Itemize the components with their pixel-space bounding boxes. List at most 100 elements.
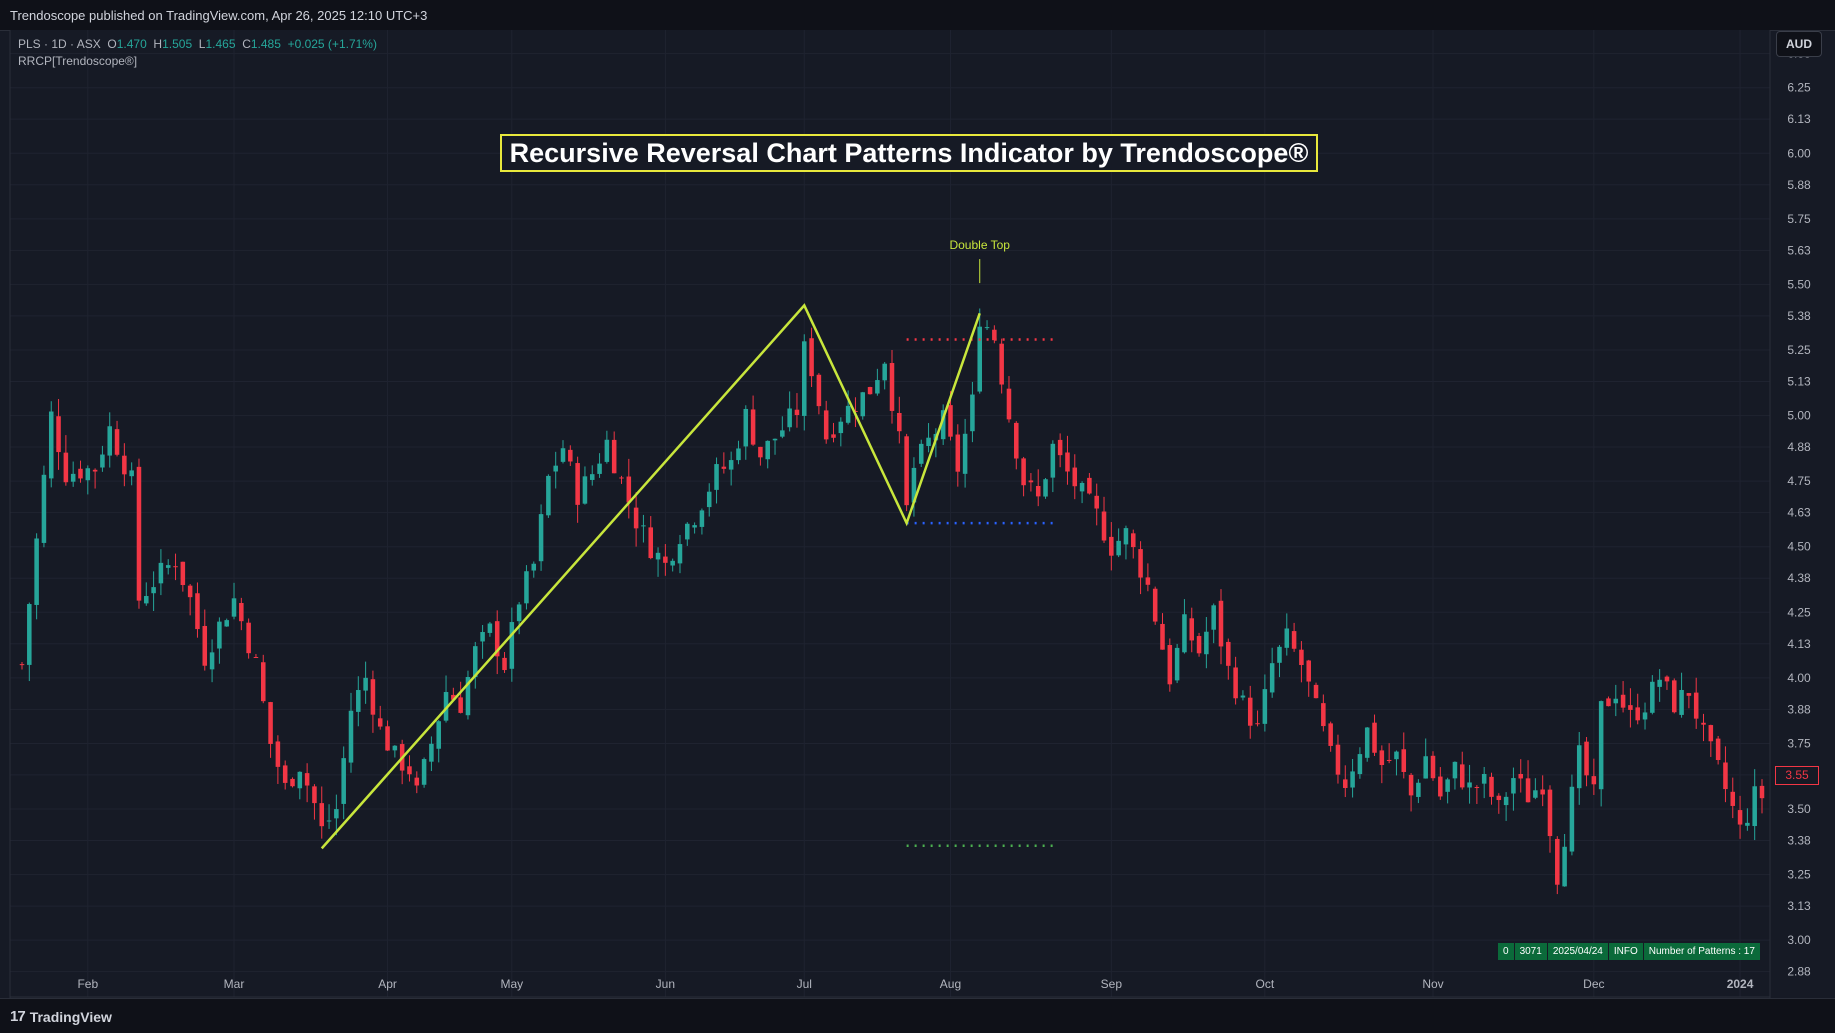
candle-body[interactable]: [1511, 778, 1516, 794]
candle-body[interactable]: [736, 448, 741, 461]
legend-symbol[interactable]: PLS · 1D · ASX: [18, 37, 101, 51]
candle-body[interactable]: [480, 632, 485, 642]
candle-body[interactable]: [1642, 712, 1648, 720]
candle-body[interactable]: [209, 652, 215, 670]
candle-body[interactable]: [633, 507, 639, 529]
candle-body[interactable]: [1759, 785, 1765, 799]
candle-body[interactable]: [1101, 511, 1107, 541]
candle-body[interactable]: [1014, 422, 1019, 459]
candle-body[interactable]: [1328, 723, 1333, 746]
candle-body[interactable]: [1299, 649, 1304, 666]
candle-body[interactable]: [831, 434, 836, 438]
candle-body[interactable]: [70, 473, 76, 482]
candle-body[interactable]: [794, 409, 800, 416]
candle-body[interactable]: [677, 544, 683, 564]
candle-body[interactable]: [1606, 698, 1611, 707]
candle-body[interactable]: [1255, 723, 1260, 725]
candle-body[interactable]: [765, 440, 770, 460]
candle-body[interactable]: [1291, 631, 1297, 649]
candle-body[interactable]: [575, 463, 580, 505]
candle-body[interactable]: [1693, 692, 1699, 719]
candle-body[interactable]: [984, 327, 990, 329]
candle-body[interactable]: [1072, 467, 1078, 487]
candle-body[interactable]: [122, 455, 127, 475]
candle-body[interactable]: [589, 474, 595, 480]
candle-body[interactable]: [348, 710, 354, 763]
candle-body[interactable]: [560, 448, 566, 462]
candle-body[interactable]: [1379, 750, 1385, 765]
tradingview-logo[interactable]: 17 TradingView: [10, 1008, 112, 1025]
candle-body[interactable]: [319, 803, 325, 827]
candle-body[interactable]: [772, 438, 778, 441]
candle-body[interactable]: [334, 809, 339, 819]
candle-body[interactable]: [1028, 480, 1034, 483]
candle-body[interactable]: [1584, 741, 1589, 776]
candle-body[interactable]: [1035, 486, 1041, 497]
candle-body[interactable]: [1547, 789, 1553, 837]
candle-body[interactable]: [377, 718, 383, 727]
candle-body[interactable]: [1204, 631, 1209, 655]
candle-body[interactable]: [641, 525, 646, 527]
candle-body[interactable]: [531, 563, 537, 571]
candle-body[interactable]: [1657, 679, 1662, 687]
candle-body[interactable]: [85, 468, 91, 481]
candle-body[interactable]: [1518, 773, 1524, 779]
candle-body[interactable]: [1189, 618, 1195, 641]
candle-body[interactable]: [787, 408, 792, 428]
candle-body[interactable]: [1401, 749, 1407, 772]
candle-body[interactable]: [692, 525, 697, 528]
candle-body[interactable]: [546, 475, 551, 516]
candle-body[interactable]: [1262, 689, 1268, 724]
candle-body[interactable]: [1087, 477, 1092, 494]
candle-body[interactable]: [962, 433, 968, 474]
candle-body[interactable]: [56, 416, 61, 453]
candle-body[interactable]: [1430, 755, 1436, 779]
indicator-name[interactable]: RRCP[Trendoscope®]: [18, 53, 377, 70]
candle-body[interactable]: [1438, 776, 1443, 797]
candle-body[interactable]: [217, 621, 222, 649]
candle-body[interactable]: [1503, 796, 1509, 806]
candle-body[interactable]: [1116, 540, 1121, 556]
candle-body[interactable]: [144, 596, 149, 604]
candle-body[interactable]: [107, 426, 112, 456]
candle-body[interactable]: [1664, 676, 1670, 682]
candle-body[interactable]: [1562, 846, 1567, 887]
candle-body[interactable]: [860, 392, 866, 417]
candle-body[interactable]: [1628, 705, 1633, 710]
candle-body[interactable]: [487, 623, 493, 633]
candle-body[interactable]: [1021, 458, 1026, 486]
candle-body[interactable]: [48, 411, 54, 479]
candle-body[interactable]: [1043, 479, 1048, 497]
candle-body[interactable]: [1635, 707, 1640, 721]
candle-body[interactable]: [1481, 773, 1487, 784]
candle-body[interactable]: [414, 777, 420, 786]
candle-body[interactable]: [663, 556, 668, 563]
candle-body[interactable]: [1306, 660, 1311, 682]
candle-body[interactable]: [63, 452, 69, 483]
candle-body[interactable]: [802, 341, 807, 416]
candle-body[interactable]: [136, 466, 142, 601]
candle-body[interactable]: [553, 465, 558, 472]
candle-body[interactable]: [1182, 614, 1187, 653]
candle-body[interactable]: [619, 477, 624, 479]
candle-body[interactable]: [626, 476, 632, 503]
candle-body[interactable]: [604, 439, 610, 462]
candle-body[interactable]: [1094, 495, 1099, 509]
candle-body[interactable]: [363, 677, 368, 691]
candle-body[interactable]: [823, 410, 829, 440]
candle-body[interactable]: [977, 326, 982, 392]
candle-body[interactable]: [743, 408, 749, 447]
candle-body[interactable]: [151, 587, 156, 594]
candle-body[interactable]: [1006, 388, 1012, 420]
candle-body[interactable]: [728, 460, 734, 470]
candle-body[interactable]: [816, 374, 822, 407]
candle-body[interactable]: [685, 523, 690, 540]
candle-body[interactable]: [458, 697, 463, 713]
candle-body[interactable]: [1109, 536, 1114, 556]
candle-body[interactable]: [699, 510, 705, 527]
candle-body[interactable]: [875, 380, 880, 394]
candle-body[interactable]: [1672, 680, 1677, 713]
candle-body[interactable]: [1576, 745, 1582, 789]
candle-body[interactable]: [1715, 738, 1721, 761]
candle-body[interactable]: [1160, 623, 1165, 650]
